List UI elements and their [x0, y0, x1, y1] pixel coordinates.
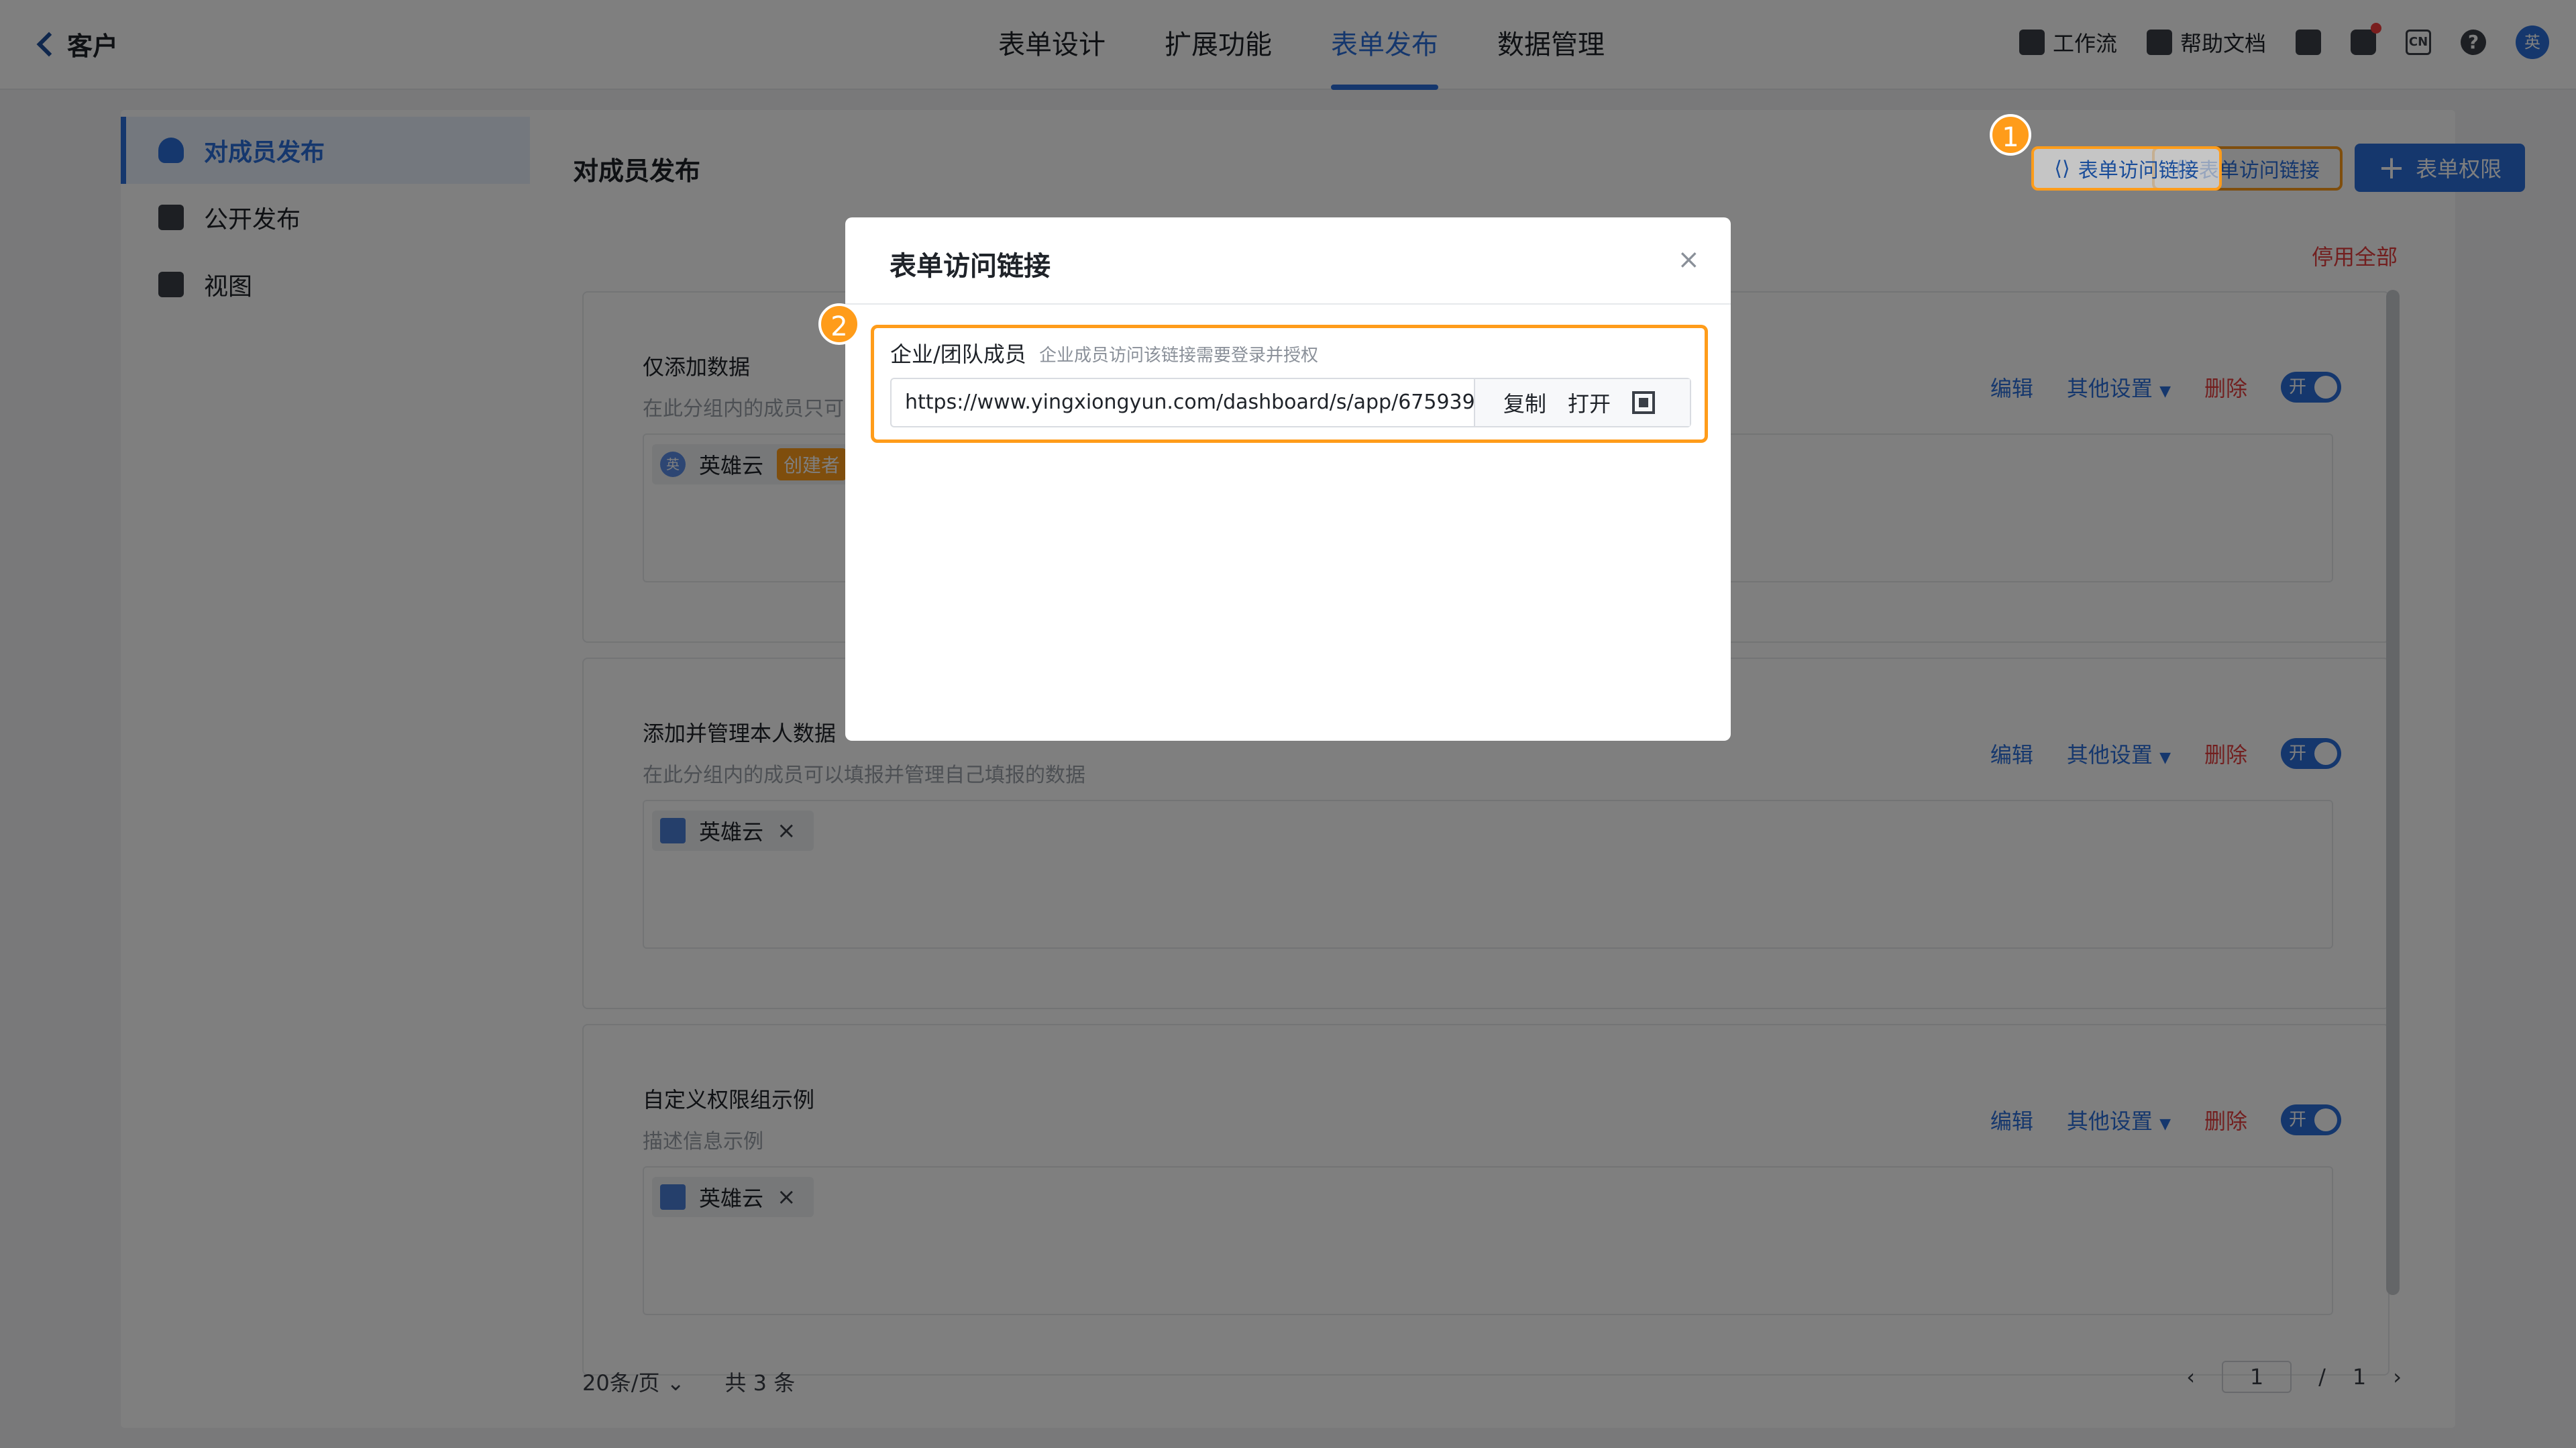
- link-field: https://www.yingxiongyun.com/dashboard/s…: [890, 378, 1691, 427]
- link-section: 企业/团队成员 企业成员访问该链接需要登录并授权 https://www.yin…: [871, 325, 1708, 443]
- form-link-label: 表单访问链接: [2078, 159, 2199, 183]
- link-label: 企业/团队成员: [890, 342, 1026, 367]
- form-link-button-highlight[interactable]: ⟨⟩ 表单访问链接: [2031, 146, 2222, 191]
- step-badge-2: 2: [818, 303, 860, 345]
- share-icon: ⟨⟩: [2054, 156, 2070, 180]
- open-button[interactable]: 打开: [1568, 387, 1611, 418]
- form-link-modal: 表单访问链接 × 2 企业/团队成员 企业成员访问该链接需要登录并授权 http…: [818, 217, 1731, 741]
- link-hint: 企业成员访问该链接需要登录并授权: [1039, 346, 1319, 366]
- divider: [845, 303, 1731, 305]
- qrcode-icon[interactable]: [1632, 391, 1656, 414]
- close-icon[interactable]: ×: [1677, 244, 1700, 275]
- step-badge-1-overlay: 1: [1990, 114, 2031, 156]
- url-input[interactable]: https://www.yingxiongyun.com/dashboard/s…: [892, 379, 1475, 426]
- link-actions: 复制 打开: [1475, 379, 1690, 426]
- copy-button[interactable]: 复制: [1503, 387, 1546, 418]
- modal-title: 表单访问链接: [890, 251, 1051, 282]
